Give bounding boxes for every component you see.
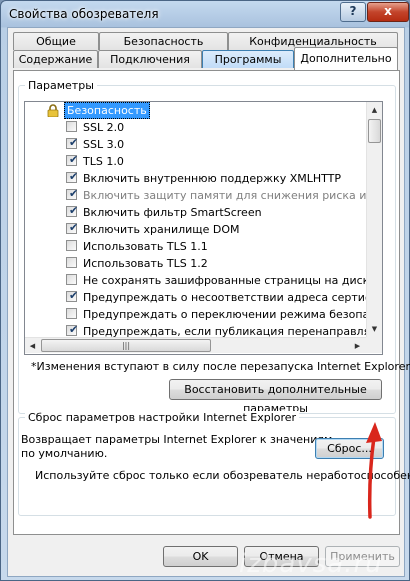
setting-label: Предупреждать о несоответствии адреса се…	[83, 291, 366, 304]
reset-hint: Используйте сброс только если обозревате…	[35, 469, 410, 482]
setting-checkbox[interactable]	[66, 308, 77, 319]
reset-group-label: Сброс параметров настройки Internet Expl…	[25, 411, 300, 424]
settings-tree-content: Безопасность SSL 2.0 ✔ SSL 3.0 ✔ TLS 1.0 ✔ Вкл…	[25, 102, 366, 337]
vertical-scroll-thumb[interactable]	[368, 119, 381, 143]
setting-label: Включить фильтр SmartScreen	[83, 206, 262, 219]
reset-description-line2: по умолчанию.	[21, 447, 108, 460]
advanced-tab-panel: Параметры Безопасность SSL 2.0 ✔ SSL 3.0 ✔ T…	[13, 70, 410, 535]
tab-content[interactable]: Содержание	[13, 50, 98, 68]
reset-description-line1: Возвращает параметры Internet Explorer к…	[21, 433, 333, 446]
setting-checkbox[interactable]: ✔	[66, 204, 79, 217]
tab-advanced[interactable]: Дополнительно	[294, 47, 398, 70]
setting-row[interactable]: ✔ Включить хранилище DOM	[25, 221, 366, 238]
settings-tree[interactable]: Безопасность SSL 2.0 ✔ SSL 3.0 ✔ TLS 1.0 ✔ Вкл…	[24, 101, 383, 355]
setting-checkbox[interactable]: ✔	[66, 136, 79, 149]
setting-checkbox[interactable]: ✔	[66, 187, 79, 200]
dialog-client-area: Общие Безопасность Конфиденциальность Со…	[7, 27, 410, 577]
tab-programs[interactable]: Программы	[202, 50, 294, 68]
tab-general[interactable]: Общие	[13, 32, 99, 50]
setting-label: Предупреждать о переключении режима безо…	[83, 308, 366, 321]
setting-label: Предупреждать, если публикация перенапра…	[83, 325, 366, 337]
setting-row[interactable]: ✔ TLS 1.0	[25, 153, 366, 170]
setting-row[interactable]: ✔ Включить внутреннюю поддержку XMLHTTP	[25, 170, 366, 187]
help-button[interactable]: ?	[340, 2, 366, 22]
tree-category-security[interactable]: Безопасность	[25, 102, 366, 119]
reset-group: Сброс параметров настройки Internet Expl…	[18, 411, 410, 516]
checkmark-icon: ✔	[69, 153, 79, 166]
setting-row[interactable]: ✔ Включить защиту памяти для снижения рис…	[25, 187, 366, 204]
setting-checkbox[interactable]	[66, 257, 77, 268]
scroll-right-arrow-icon[interactable]: ▶	[350, 338, 365, 354]
tree-vertical-scrollbar[interactable]: ▲ ▼	[366, 102, 382, 337]
setting-label: SSL 2.0	[83, 121, 125, 134]
category-label: Безопасность	[64, 102, 150, 119]
setting-row[interactable]: Использовать TLS 1.2	[25, 255, 366, 272]
scroll-left-arrow-icon[interactable]: ◀	[25, 338, 40, 354]
close-button[interactable]: x	[367, 2, 409, 22]
setting-label: Использовать TLS 1.2	[83, 257, 208, 270]
setting-row[interactable]: Использовать TLS 1.1	[25, 238, 366, 255]
ok-button[interactable]: OK	[163, 546, 238, 567]
setting-label: TLS 1.0	[83, 155, 124, 168]
settings-group: Параметры Безопасность SSL 2.0 ✔ SSL 3.0 ✔ T…	[18, 79, 410, 415]
horizontal-scroll-thumb[interactable]: |||	[41, 339, 211, 352]
window-title: Свойства обозревателя	[9, 7, 159, 21]
scroll-down-arrow-icon[interactable]: ▼	[367, 321, 382, 337]
setting-checkbox[interactable]	[66, 240, 77, 251]
setting-label: Включить хранилище DOM	[83, 223, 240, 236]
setting-checkbox[interactable]: ✔	[66, 323, 79, 336]
setting-row[interactable]: Не сохранять зашифрованные страницы на д…	[25, 272, 366, 289]
internet-options-window: Свойства обозревателя ? x Общие Безопасн…	[0, 0, 410, 581]
setting-label: Включить защиту памяти для снижения риск…	[83, 189, 366, 202]
tab-security[interactable]: Безопасность	[99, 32, 228, 50]
watermark: izbavsa.ru	[239, 549, 383, 579]
setting-label: Использовать TLS 1.1	[83, 240, 208, 253]
lock-icon	[47, 104, 59, 117]
checkmark-icon: ✔	[69, 323, 79, 336]
restart-note: *Изменения вступают в силу после перезап…	[31, 360, 410, 373]
setting-checkbox[interactable]: ✔	[66, 153, 79, 166]
setting-row[interactable]: SSL 2.0	[25, 119, 366, 136]
setting-checkbox[interactable]: ✔	[66, 170, 79, 183]
setting-row[interactable]: Предупреждать о переключении режима безо…	[25, 306, 366, 323]
scroll-corner	[366, 337, 382, 353]
annotation-arrow-icon	[366, 422, 382, 519]
setting-label: Включить внутреннюю поддержку XMLHTTP	[83, 172, 342, 185]
tree-horizontal-scrollbar[interactable]: ◀ ||| ▶	[25, 337, 366, 353]
setting-label: SSL 3.0	[83, 138, 125, 151]
checkmark-icon: ✔	[69, 170, 79, 183]
setting-row[interactable]: ✔ Предупреждать о несоответствии адреса с…	[25, 289, 366, 306]
setting-label: Не сохранять зашифрованные страницы на д…	[83, 274, 366, 287]
checkmark-icon: ✔	[69, 187, 79, 200]
settings-group-label: Параметры	[25, 79, 97, 92]
scroll-up-arrow-icon[interactable]: ▲	[367, 102, 382, 118]
checkmark-icon: ✔	[69, 221, 79, 234]
setting-row[interactable]: ✔ Включить фильтр SmartScreen	[25, 204, 366, 221]
restore-advanced-settings-button[interactable]: Восстановить дополнительные параметры	[169, 379, 382, 415]
title-bar[interactable]: Свойства обозревателя ? x	[1, 1, 409, 27]
tab-connections[interactable]: Подключения	[98, 50, 202, 68]
setting-row[interactable]: ✔ SSL 3.0	[25, 136, 366, 153]
setting-checkbox[interactable]: ✔	[66, 289, 79, 302]
checkmark-icon: ✔	[69, 136, 79, 149]
checkmark-icon: ✔	[69, 289, 79, 302]
setting-row[interactable]: ✔ Предупреждать, если публикация перенапр…	[25, 323, 366, 337]
setting-checkbox[interactable]	[66, 274, 77, 285]
checkmark-icon: ✔	[69, 204, 79, 217]
setting-checkbox[interactable]	[66, 121, 77, 132]
setting-checkbox[interactable]: ✔	[66, 221, 79, 234]
